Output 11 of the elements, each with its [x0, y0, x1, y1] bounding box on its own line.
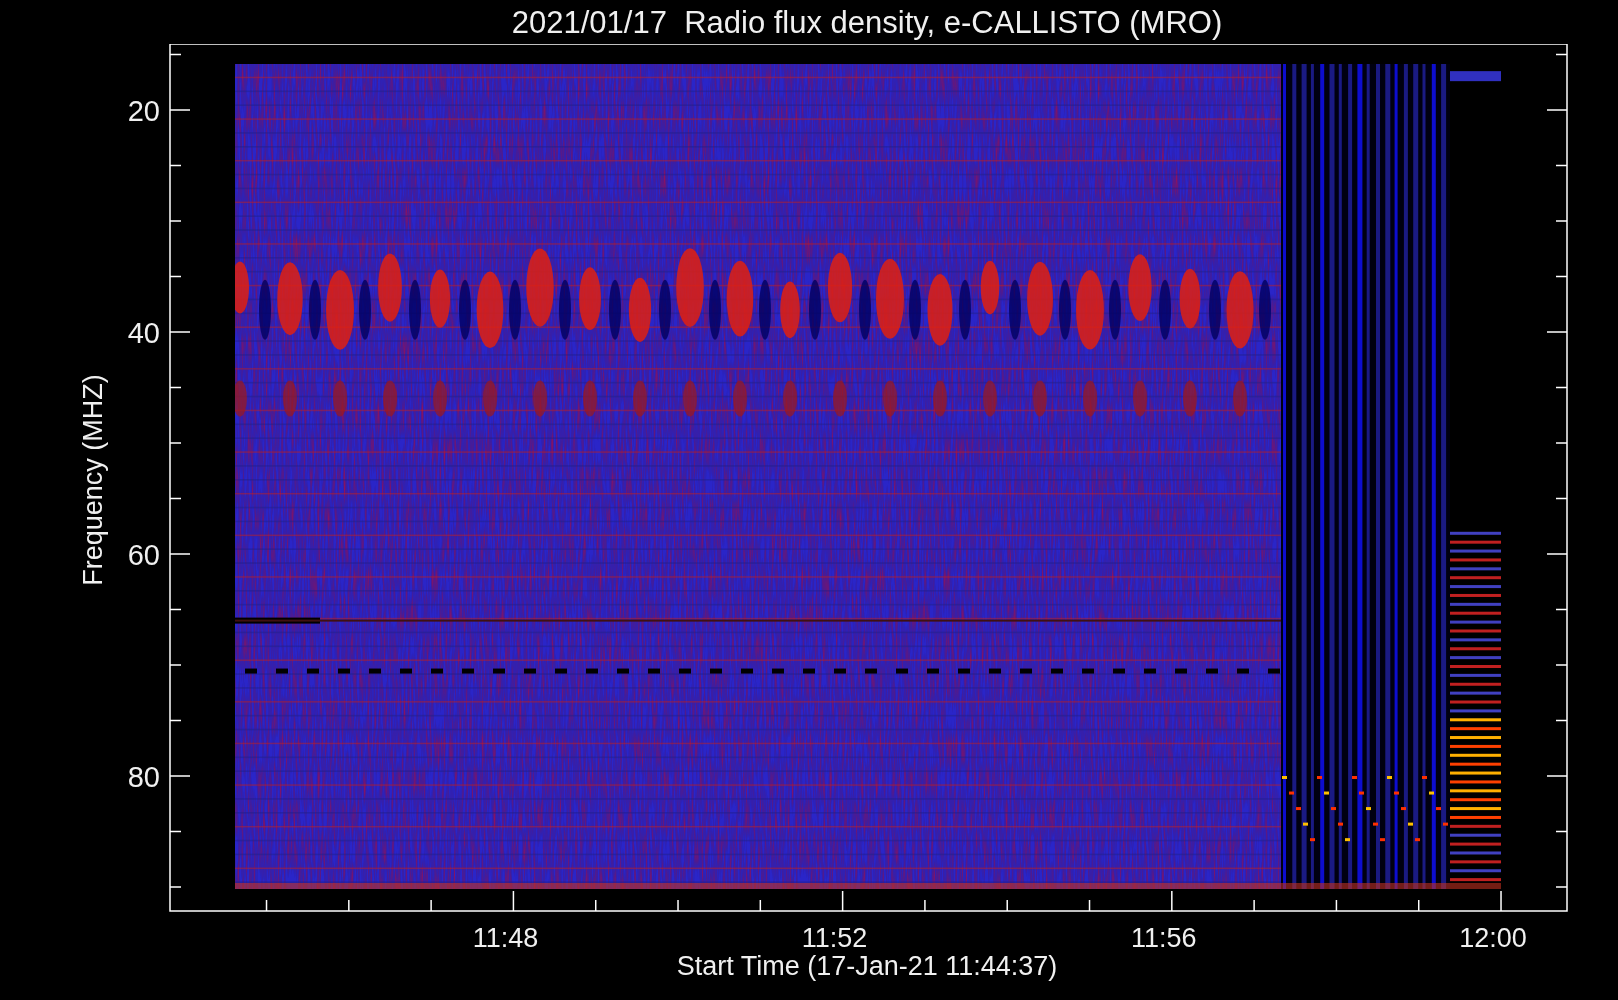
y-tick-label: 40 [127, 317, 160, 349]
x-axis-label: Start Time (17-Jan-21 11:44:37) [676, 951, 1058, 981]
x-tick-label: 12:00 [1459, 923, 1527, 953]
y-tick-label: 60 [127, 539, 160, 571]
y-tick-label: 20 [127, 95, 160, 127]
y-axis-label: Frequency (MHZ) [78, 374, 108, 586]
x-tick-label: 11:56 [1131, 923, 1197, 953]
x-tick-label: 11:52 [801, 923, 868, 953]
y-tick-label: 80 [127, 761, 160, 793]
plot-title: 2021/01/17 Radio flux density, e-CALLISTO (MRO) [511, 6, 1223, 38]
x-tick-label: 11:48 [472, 923, 539, 953]
